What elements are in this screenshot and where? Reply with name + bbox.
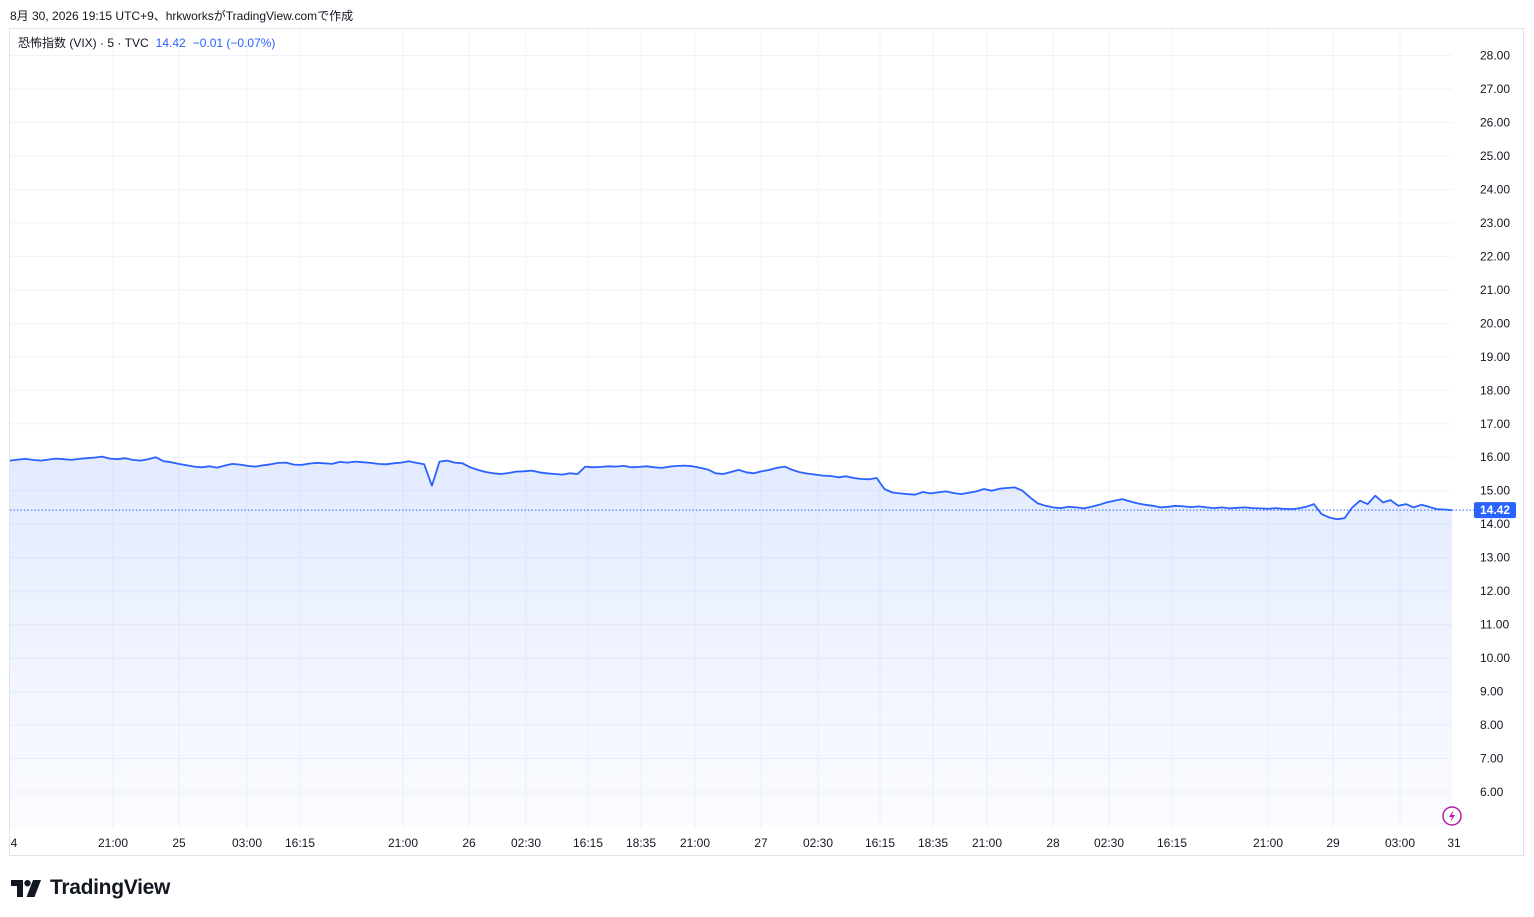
x-tick-label: 16:15 xyxy=(573,836,603,850)
y-tick-label: 28.00 xyxy=(1480,49,1510,63)
last-price-label: 14.42 xyxy=(1480,503,1510,517)
x-tick-label: 25 xyxy=(172,836,186,850)
x-tick-label: 29 xyxy=(1326,836,1340,850)
symbol-title[interactable]: 恐怖指数 (VIX) · 5 · TVC xyxy=(18,34,149,51)
x-tick-label: 03:00 xyxy=(232,836,262,850)
y-tick-label: 12.00 xyxy=(1480,584,1510,598)
brand-name: TradingView xyxy=(50,876,171,899)
y-tick-label: 23.00 xyxy=(1480,216,1510,230)
y-tick-label: 22.00 xyxy=(1480,249,1510,263)
x-tick-label: 4 xyxy=(11,836,18,850)
x-tick-label: 31 xyxy=(1447,836,1461,850)
x-tick-label: 21:00 xyxy=(972,836,1002,850)
x-tick-label: 16:15 xyxy=(285,836,315,850)
y-tick-label: 15.00 xyxy=(1480,484,1510,498)
y-tick-label: 14.00 xyxy=(1480,517,1510,531)
area-fill xyxy=(10,456,1452,828)
x-tick-label: 21:00 xyxy=(388,836,418,850)
y-tick-label: 9.00 xyxy=(1480,685,1504,699)
lightning-icon[interactable] xyxy=(1442,806,1462,826)
tradingview-logo-icon xyxy=(11,879,41,897)
y-tick-label: 10.00 xyxy=(1480,651,1510,665)
y-tick-label: 16.00 xyxy=(1480,450,1510,464)
x-tick-label: 18:35 xyxy=(626,836,656,850)
time-axis[interactable]: 4 21:00 25 03:00 16:15 21:00 26 02:30 16:15 18:35… xyxy=(11,836,1461,850)
x-tick-label: 16:15 xyxy=(1157,836,1187,850)
x-tick-label: 03:00 xyxy=(1385,836,1415,850)
y-tick-label: 18.00 xyxy=(1480,383,1510,397)
x-tick-label: 02:30 xyxy=(1094,836,1124,850)
x-tick-label: 28 xyxy=(1046,836,1060,850)
price-chart[interactable]: 28.00 27.00 26.00 25.00 24.00 23.00 22.00 21.00… xyxy=(0,0,1534,917)
y-tick-label: 17.00 xyxy=(1480,417,1510,431)
y-tick-label: 27.00 xyxy=(1480,82,1510,96)
x-tick-label: 21:00 xyxy=(1253,836,1283,850)
y-tick-label: 6.00 xyxy=(1480,785,1504,799)
y-tick-label: 19.00 xyxy=(1480,350,1510,364)
price-axis[interactable]: 28.00 27.00 26.00 25.00 24.00 23.00 22.00 21.00… xyxy=(1480,49,1510,800)
x-tick-label: 21:00 xyxy=(98,836,128,850)
x-tick-label: 16:15 xyxy=(865,836,895,850)
price-change: −0.01 (−0.07%) xyxy=(192,36,276,50)
y-tick-label: 26.00 xyxy=(1480,115,1510,129)
price-area xyxy=(9,455,1453,828)
x-tick-label: 26 xyxy=(462,836,476,850)
x-tick-label: 18:35 xyxy=(918,836,948,850)
x-tick-label: 27 xyxy=(754,836,768,850)
chart-legend[interactable]: 恐怖指数 (VIX) · 5 · TVC 14.42 −0.01 (−0.07%… xyxy=(18,34,275,51)
x-tick-label: 21:00 xyxy=(680,836,710,850)
tradingview-logo[interactable]: TradingView xyxy=(11,876,170,900)
last-price: 14.42 xyxy=(155,36,186,50)
y-tick-label: 20.00 xyxy=(1480,316,1510,330)
x-tick-label: 02:30 xyxy=(511,836,541,850)
y-tick-label: 7.00 xyxy=(1480,752,1504,766)
y-tick-label: 13.00 xyxy=(1480,551,1510,565)
x-tick-label: 02:30 xyxy=(803,836,833,850)
y-tick-label: 11.00 xyxy=(1480,618,1509,632)
y-tick-label: 21.00 xyxy=(1480,283,1510,297)
y-tick-label: 25.00 xyxy=(1480,149,1510,163)
y-tick-label: 24.00 xyxy=(1480,182,1510,196)
y-tick-label: 8.00 xyxy=(1480,718,1504,732)
